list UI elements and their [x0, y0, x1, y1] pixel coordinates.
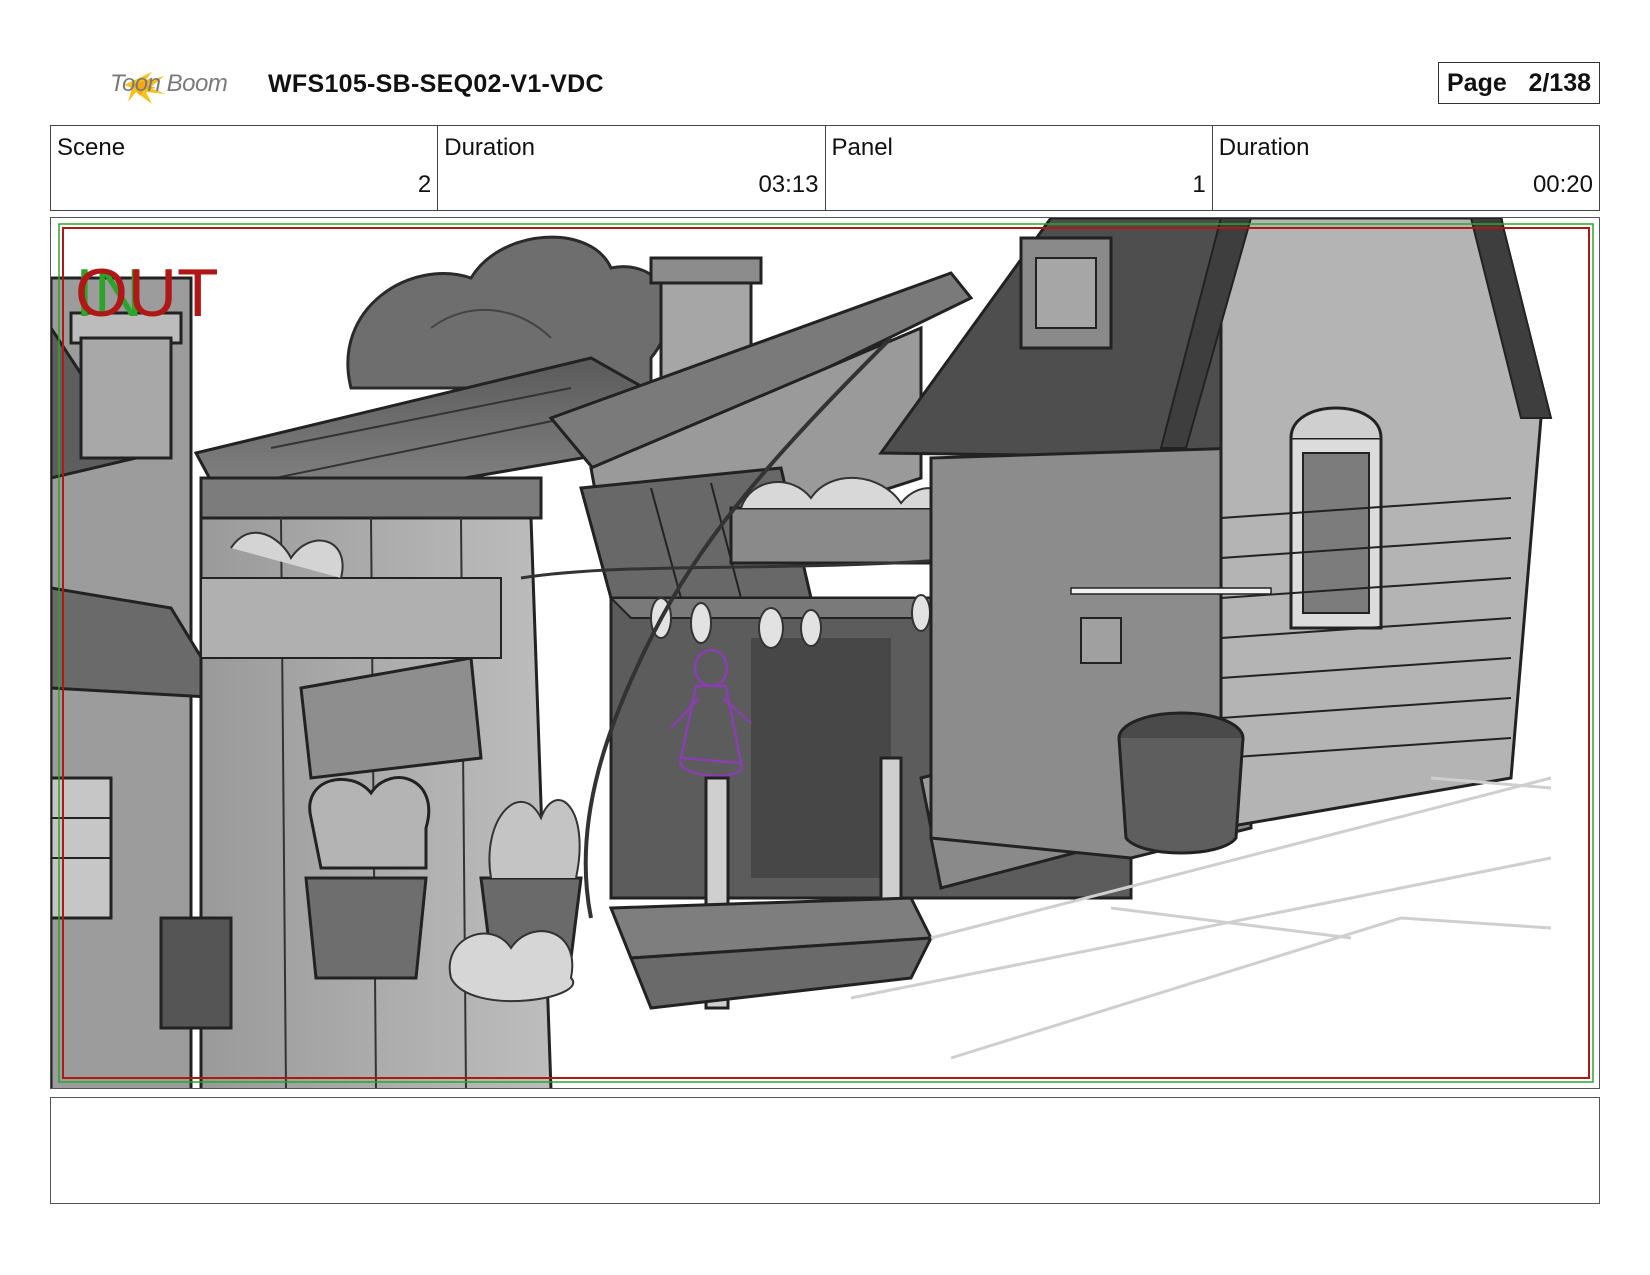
storyboard-panel: IN OUT	[50, 217, 1600, 1089]
scene-info-table: Scene 2 Duration 03:13 Panel 1 Duration …	[50, 125, 1600, 211]
panel-sketch-image: IN OUT	[51, 218, 1594, 1088]
document-title: WFS105-SB-SEQ02-V1-VDC	[268, 70, 604, 98]
panel-duration-cell: Duration 00:20	[1213, 126, 1599, 210]
panel-duration-value: 00:20	[1532, 171, 1593, 198]
scene-duration-value: 03:13	[758, 171, 819, 198]
scene-value: 2	[417, 171, 432, 198]
out-marker: OUT	[75, 255, 219, 331]
page-label: Page	[1447, 68, 1507, 97]
scene-duration-cell: Duration 03:13	[438, 126, 826, 210]
scene-duration-label: Duration	[444, 134, 535, 161]
page-indicator: Page 2/138	[1438, 62, 1600, 104]
panel-cell: Panel 1	[826, 126, 1213, 210]
scene-label: Scene	[57, 134, 126, 161]
panel-notes-box	[50, 1097, 1600, 1204]
panel-label: Panel	[831, 134, 893, 161]
panel-value: 1	[1192, 171, 1206, 198]
panel-duration-label: Duration	[1218, 134, 1310, 161]
page-number: 2/138	[1528, 68, 1591, 97]
logo-text: Toon Boom	[110, 70, 228, 97]
scene-cell: Scene 2	[51, 126, 439, 210]
